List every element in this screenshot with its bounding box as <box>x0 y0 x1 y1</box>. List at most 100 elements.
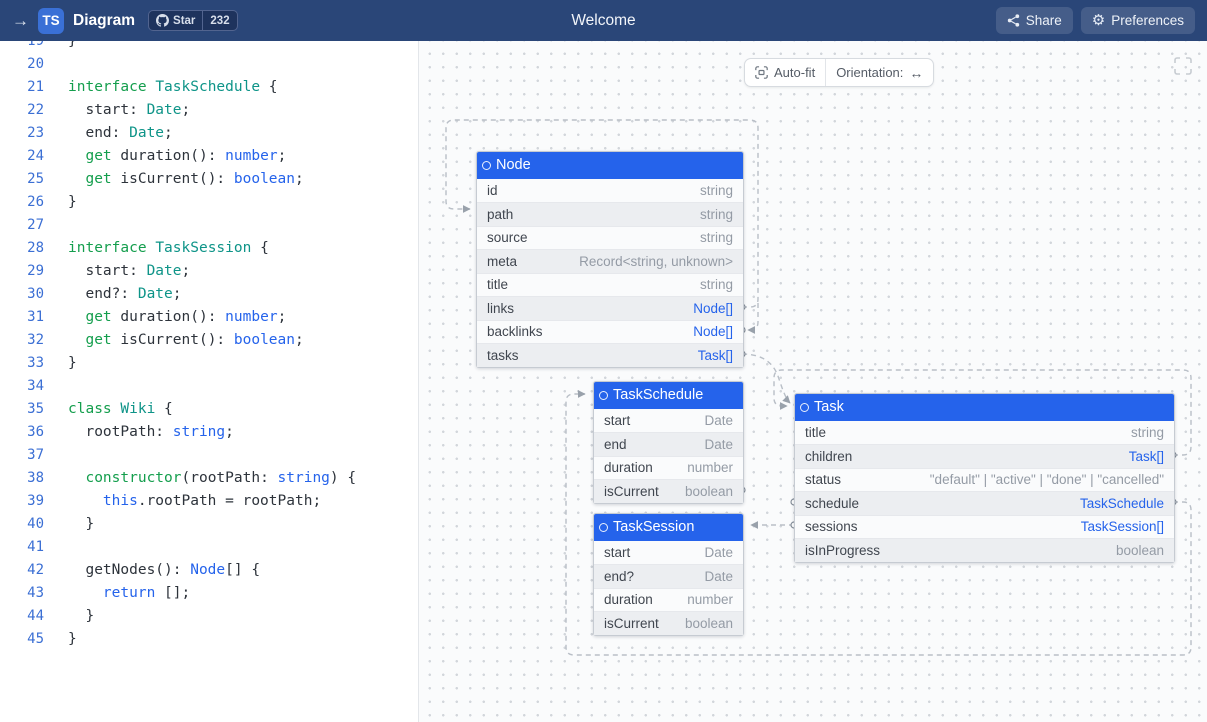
field-name: backlinks <box>487 324 543 339</box>
code-line[interactable]: 24 get duration(): number; <box>0 145 418 168</box>
code-line[interactable]: 26} <box>0 191 418 214</box>
connector-tasks-task <box>742 354 790 403</box>
entity-taskschedule[interactable]: TaskSchedulestartDateendDatedurationnumb… <box>593 381 744 504</box>
line-number: 35 <box>0 398 44 421</box>
field-type-link[interactable]: Task[] <box>1129 449 1164 464</box>
code-line[interactable]: 43 return []; <box>0 582 418 605</box>
code-line[interactable]: 27 <box>0 214 418 237</box>
github-star-button[interactable]: Star 232 <box>148 10 238 31</box>
entity-header[interactable]: TaskSession <box>594 514 743 541</box>
code-line[interactable]: 31 get duration(): number; <box>0 306 418 329</box>
code-line[interactable]: 34 <box>0 375 418 398</box>
entity-header[interactable]: Task <box>795 394 1174 421</box>
preferences-button[interactable]: ⚙ Preferences <box>1081 7 1195 34</box>
field-name: id <box>487 183 498 198</box>
entity-field-isCurrent: isCurrentboolean <box>594 611 743 635</box>
field-name: isInProgress <box>805 543 880 558</box>
entity-field-status: status"default" | "active" | "done" | "c… <box>795 468 1174 492</box>
entity-node[interactable]: NodeidstringpathstringsourcestringmetaRe… <box>476 151 744 368</box>
code-line[interactable]: 29 start: Date; <box>0 260 418 283</box>
share-icon <box>1007 14 1020 27</box>
field-type-link[interactable]: Task[] <box>698 348 733 363</box>
line-number: 28 <box>0 237 44 260</box>
field-type-link[interactable]: Node[] <box>693 301 733 316</box>
code-line[interactable]: 38 constructor(rootPath: string) { <box>0 467 418 490</box>
collapse-editor-icon[interactable]: → <box>12 12 29 29</box>
top-bar-left: → TS Diagram Star 232 <box>12 8 238 34</box>
code-editor[interactable]: 19}2021interface TaskSchedule {22 start:… <box>0 41 419 722</box>
entity-tasksession[interactable]: TaskSession start Date end?Datedurationnumb… <box>593 513 744 636</box>
field-name: start <box>604 545 630 560</box>
fullscreen-button[interactable] <box>1174 57 1192 75</box>
line-number: 33 <box>0 352 44 375</box>
github-star-main[interactable]: Star <box>149 11 202 30</box>
auto-fit-button[interactable]: Auto-fit <box>745 59 825 86</box>
entity-field-sessions: sessionsTaskSession[] <box>795 515 1174 539</box>
entity-field-source: sourcestring <box>477 226 743 250</box>
field-name: meta <box>487 254 517 269</box>
share-label: Share <box>1026 13 1062 28</box>
code-line[interactable]: 45} <box>0 628 418 651</box>
code-line[interactable]: 41 <box>0 536 418 559</box>
entity-task[interactable]: TasktitlestringchildrenTask[]status"defa… <box>794 393 1175 563</box>
code-line[interactable]: 25 get isCurrent(): boolean; <box>0 168 418 191</box>
code-text: return []; <box>68 582 190 605</box>
code-line[interactable]: 44 } <box>0 605 418 628</box>
code-line[interactable]: 35class Wiki { <box>0 398 418 421</box>
entity-field-tasks: tasksTask[] <box>477 343 743 367</box>
line-number: 29 <box>0 260 44 283</box>
line-number: 21 <box>0 76 44 99</box>
diagram-canvas[interactable]: NodeidstringpathstringsourcestringmetaRe… <box>419 41 1207 722</box>
field-type: Date <box>704 413 733 428</box>
code-line[interactable]: 42 getNodes(): Node[] { <box>0 559 418 582</box>
entity-name: TaskSchedule <box>613 387 703 403</box>
code-line[interactable]: 39 this.rootPath = rootPath; <box>0 490 418 513</box>
field-type: boolean <box>685 484 733 499</box>
code-line[interactable]: 28interface TaskSession { <box>0 237 418 260</box>
code-text: getNodes(): Node[] { <box>68 559 260 582</box>
code-line[interactable]: 22 start: Date; <box>0 99 418 122</box>
code-line[interactable]: 23 end: Date; <box>0 122 418 145</box>
line-number: 43 <box>0 582 44 605</box>
github-star-label: Star <box>173 15 195 27</box>
entity-field-meta: metaRecord<string, unknown> <box>477 249 743 273</box>
code-line[interactable]: 33} <box>0 352 418 375</box>
entity-field-isInProgress: isInProgressboolean <box>795 538 1174 562</box>
code-text: } <box>68 605 94 628</box>
field-type: string <box>700 207 733 222</box>
field-type-link[interactable]: TaskSession[] <box>1081 519 1164 534</box>
code-text: end?: Date; <box>68 283 182 306</box>
field-name: schedule <box>805 496 859 511</box>
top-bar-right: Share ⚙ Preferences <box>996 7 1195 34</box>
code-text: } <box>68 191 77 214</box>
app-logo: TS <box>38 8 64 34</box>
line-number: 40 <box>0 513 44 536</box>
code-line[interactable]: 20 <box>0 53 418 76</box>
field-type: Date <box>704 545 733 560</box>
code-line[interactable]: 40 } <box>0 513 418 536</box>
orientation-button[interactable]: Orientation: ↔ <box>826 59 933 86</box>
field-type-link[interactable]: TaskSchedule <box>1080 496 1164 511</box>
code-line[interactable]: 32 get isCurrent(): boolean; <box>0 329 418 352</box>
line-number: 26 <box>0 191 44 214</box>
gear-icon: ⚙ <box>1092 13 1105 28</box>
code-line[interactable]: 30 end?: Date; <box>0 283 418 306</box>
line-number: 42 <box>0 559 44 582</box>
entity-field-duration: durationnumber <box>594 588 743 612</box>
entity-field-path: pathstring <box>477 202 743 226</box>
share-button[interactable]: Share <box>996 7 1073 34</box>
entity-name: Node <box>496 157 531 173</box>
code-line[interactable]: 19} <box>0 41 418 53</box>
auto-fit-icon <box>755 66 768 79</box>
code-line[interactable]: 21interface TaskSchedule { <box>0 76 418 99</box>
field-type: string <box>700 230 733 245</box>
code-line[interactable]: 36 rootPath: string; <box>0 421 418 444</box>
code-line[interactable]: 37 <box>0 444 418 467</box>
entity-field-end: end?Date <box>594 564 743 588</box>
field-type-link[interactable]: Node[] <box>693 324 733 339</box>
entity-field-title: titlestring <box>477 273 743 297</box>
github-star-count[interactable]: 232 <box>202 11 236 30</box>
entity-field-isCurrent: isCurrentboolean <box>594 479 743 503</box>
entity-header[interactable]: TaskSchedule <box>594 382 743 409</box>
entity-header[interactable]: Node <box>477 152 743 179</box>
